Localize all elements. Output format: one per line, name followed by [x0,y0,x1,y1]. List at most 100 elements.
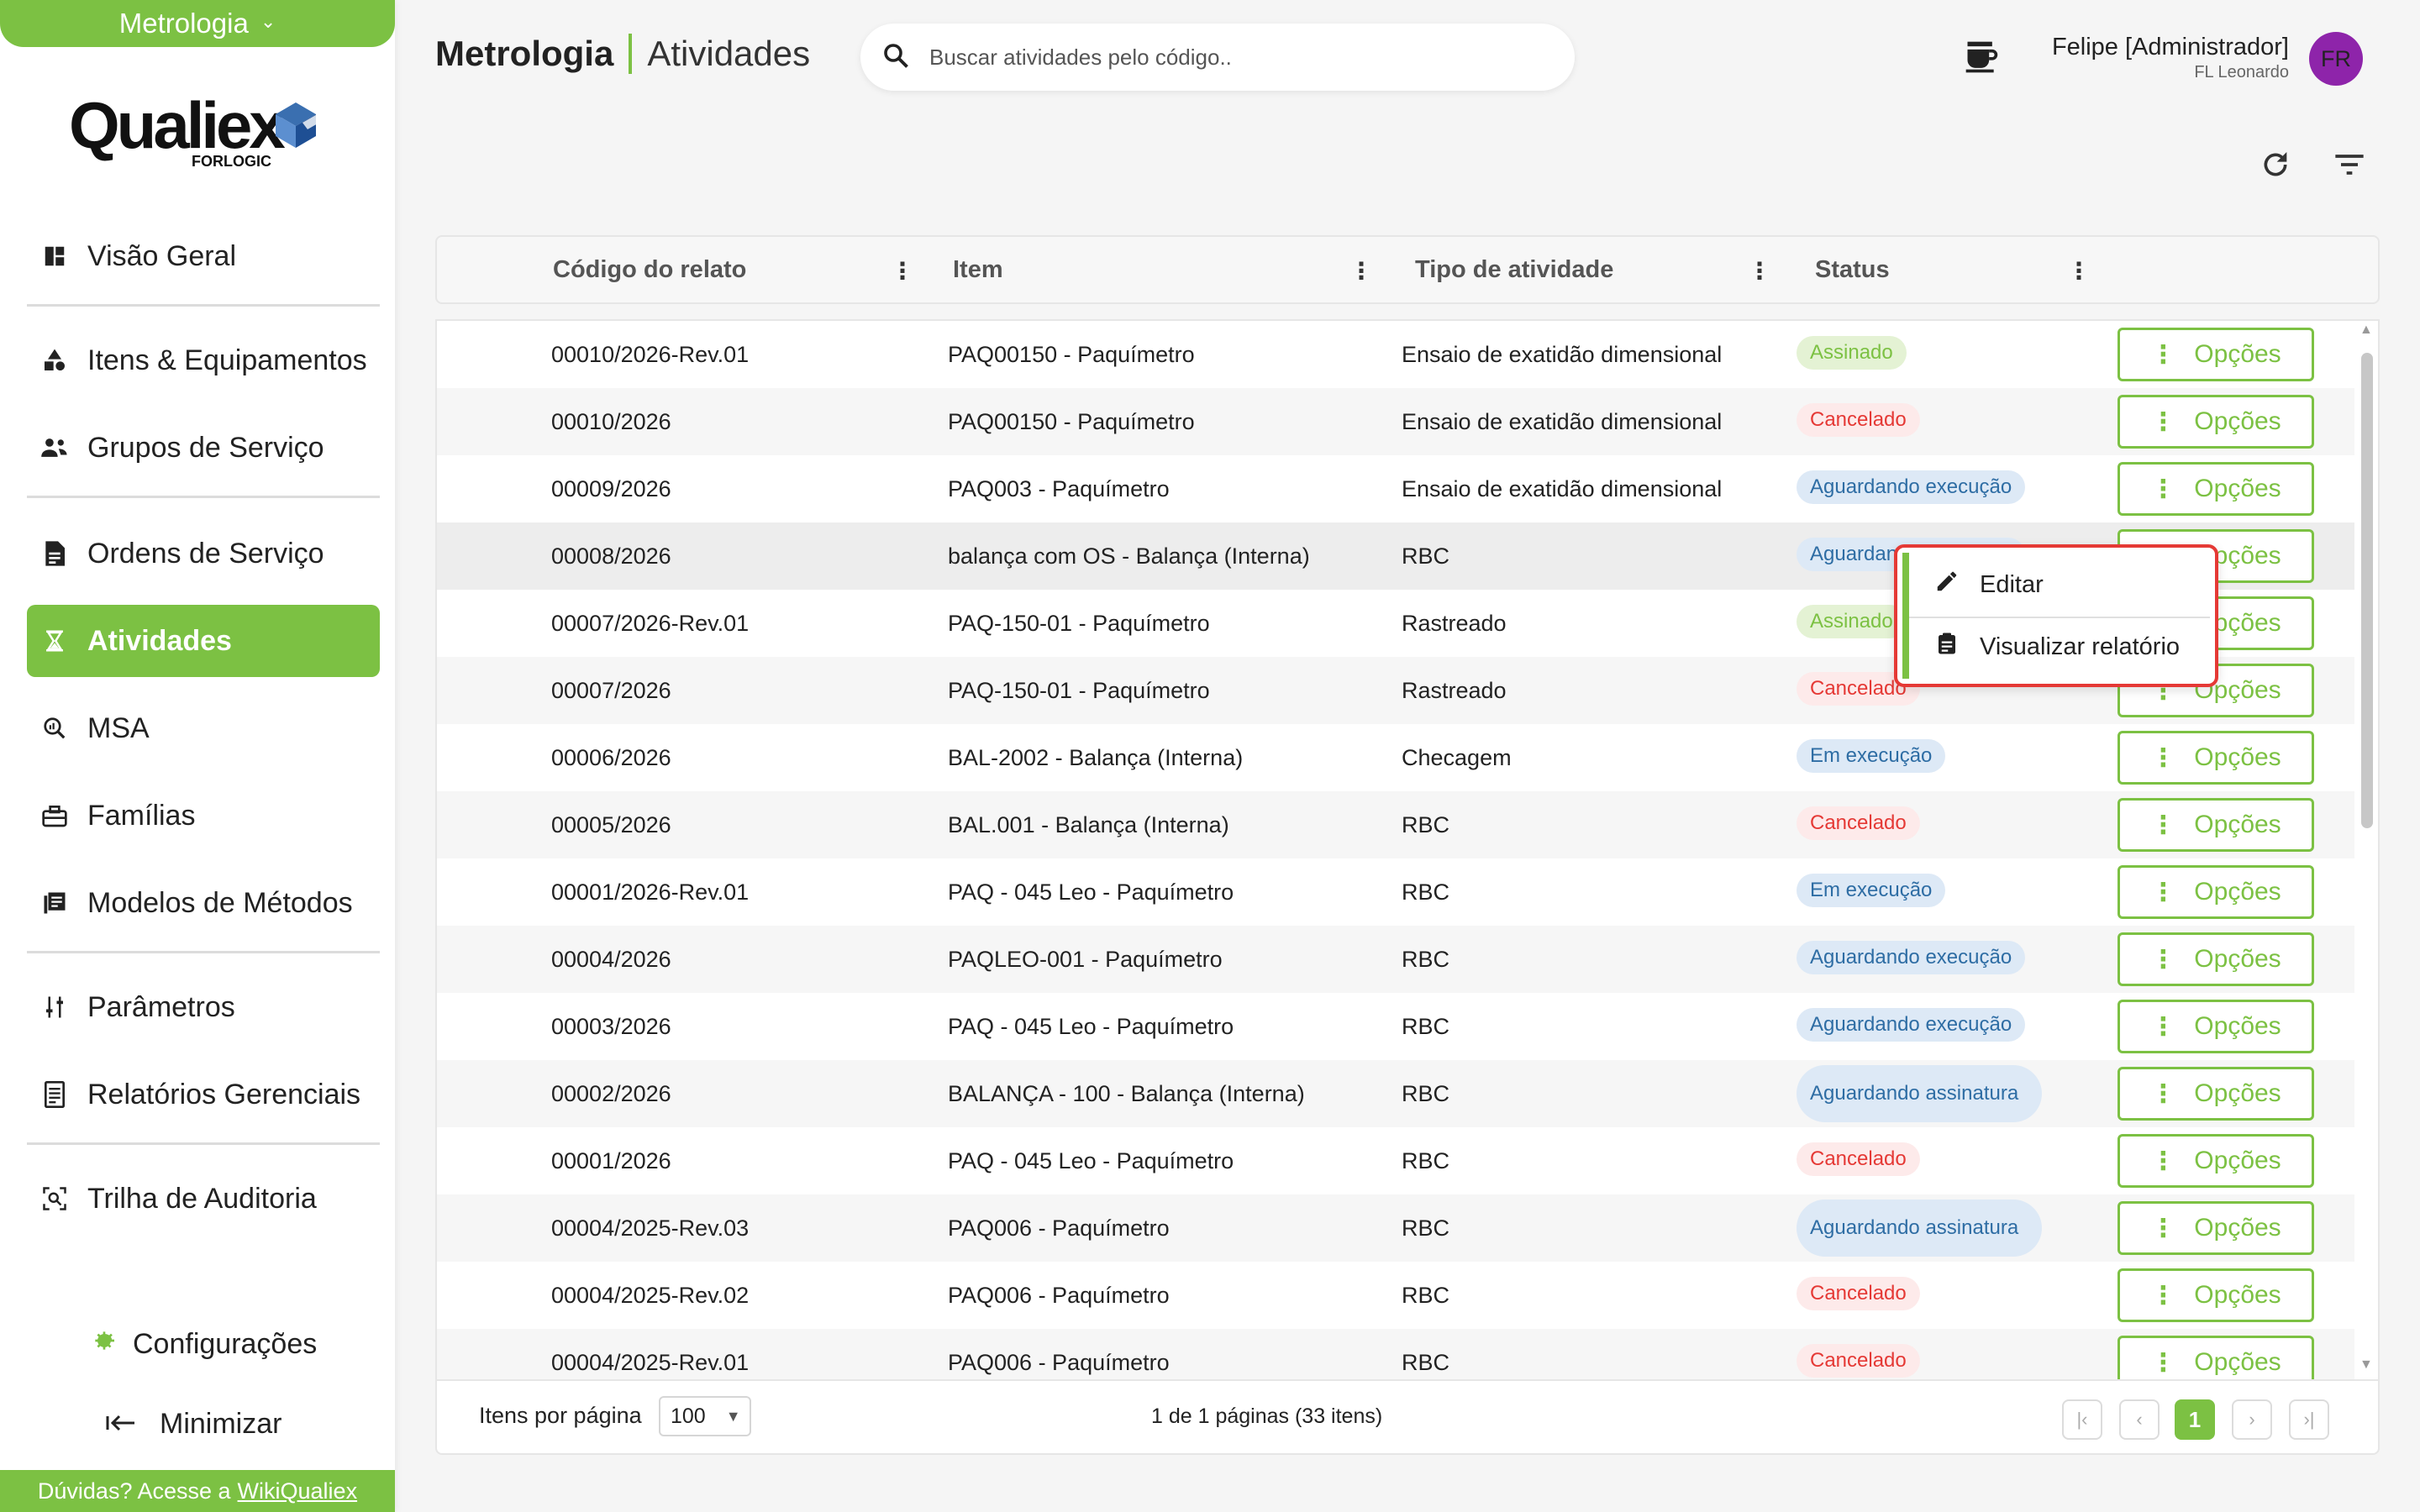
sidebar-item-parametros[interactable]: Parâmetros [27,971,380,1043]
sidebar-item-familias[interactable]: Famílias [27,780,380,852]
options-button[interactable]: ⋮ Opções [2118,731,2314,785]
sidebar-item-atividades[interactable]: Atividades [27,605,380,677]
kebab-icon: ⋮ [2150,743,2176,772]
options-button[interactable]: ⋮ Opções [2118,1000,2314,1053]
user-info[interactable]: Felipe [Administrador] FL Leonardo [2052,34,2289,82]
previous-page-icon[interactable]: ‹ [2119,1399,2160,1440]
title-page: Atividades [647,34,811,73]
table-row[interactable]: 00006/2026 BAL-2002 - Balança (Interna) Ch… [437,724,2354,791]
table-row[interactable]: 00004/2025-Rev.02 PAQ006 - Paquímetro RBC C… [437,1262,2354,1329]
cell-code: 00008/2026 [551,543,671,569]
first-page-icon[interactable]: |‹ [2062,1399,2102,1440]
cell-item: PAQ-150-01 - Paquímetro [948,610,1210,636]
module-selector[interactable]: Metrologia ⌄ [0,0,395,47]
sidebar-item-msa[interactable]: MSA [27,692,380,764]
kebab-icon: ⋮ [2150,475,2176,503]
scrollbar-thumb[interactable] [2361,353,2373,828]
cell-item: PAQ006 - Paquímetro [948,1215,1170,1241]
sidebar-item-label: Ordens de Serviço [87,537,324,570]
cell-type: RBC [1402,543,1450,569]
nav-divider [27,304,380,307]
kebab-icon: ⋮ [2150,1012,2176,1041]
sidebar-item-modelos-de-metodos[interactable]: Modelos de Métodos [27,867,380,939]
settings-button[interactable]: Configurações [91,1327,317,1362]
chevron-down-icon: ⌄ [260,11,276,32]
menu-item-view-report-label: Visualizar relatório [1980,633,2181,660]
last-page-icon[interactable]: ›| [2289,1399,2329,1440]
table-row[interactable]: 00003/2026 PAQ - 045 Leo - Paquímetro RBC A… [437,993,2354,1060]
scrollbar[interactable]: ▲ ▼ [2358,323,2375,1372]
cell-code: 00004/2025-Rev.02 [551,1282,750,1308]
filter-icon[interactable] [2329,144,2370,185]
options-button[interactable]: ⋮ Opções [2118,865,2314,919]
table-row[interactable]: 00004/2026 PAQLEO-001 - Paquímetro RBC Agua… [437,926,2354,993]
column-menu-icon[interactable]: ⋮ [2067,257,2091,285]
sidebar-item-relatorios-gerenciais[interactable]: Relatórios Gerenciais [27,1058,380,1131]
column-header-status[interactable]: Status [1815,237,1890,302]
refresh-icon[interactable] [2255,144,2296,185]
search-input[interactable] [929,44,1518,71]
options-button[interactable]: ⋮ Opções [2118,1268,2314,1322]
sidebar-item-grupos-de-servico[interactable]: Grupos de Serviço [27,412,380,484]
column-header-item[interactable]: Item [953,237,1003,302]
cell-item: BAL-2002 - Balança (Interna) [948,744,1244,770]
coffee-cup-icon[interactable] [1963,39,2000,80]
table-row[interactable]: 00004/2025-Rev.03 PAQ006 - Paquímetro RBC A… [437,1194,2354,1262]
cell-type: RBC [1402,1080,1450,1106]
options-button[interactable]: ⋮ Opções [2118,1134,2314,1188]
cell-item: PAQ - 045 Leo - Paquímetro [948,1147,1234,1173]
options-button[interactable]: ⋮ Opções [2118,1201,2314,1255]
wiki-link[interactable]: WikiQualiex [238,1478,358,1504]
menu-item-view-report[interactable]: Visualizar relatório [1934,622,2180,672]
cell-item: PAQ00150 - Paquímetro [948,408,1195,434]
cell-type: RBC [1402,1349,1450,1375]
cell-type: Rastreado [1402,610,1507,636]
table-row[interactable]: 00001/2026 PAQ - 045 Leo - Paquímetro RBC C… [437,1127,2354,1194]
cell-code: 00001/2026-Rev.01 [551,879,750,905]
minimize-button[interactable]: Minimizar [106,1408,281,1441]
table-row[interactable]: 00001/2026-Rev.01 PAQ - 045 Leo - Paquíme… [437,858,2354,926]
options-button[interactable]: ⋮ Opções [2118,1336,2314,1379]
dashboard-icon [40,242,69,270]
kebab-icon: ⋮ [2150,1348,2176,1377]
search-analytics-icon [40,714,69,743]
sidebar-item-visao-geral[interactable]: Visão Geral [27,220,380,292]
menu-item-edit[interactable]: Editar [1934,559,2044,610]
table-row[interactable]: 00002/2026 BALANÇA - 100 - Balança (Inter… [437,1060,2354,1127]
cell-code: 00007/2026 [551,677,671,703]
cell-type: RBC [1402,811,1450,837]
hourglass-icon [40,627,69,655]
sidebar-item-trilha-de-auditoria[interactable]: Trilha de Auditoria [27,1163,380,1235]
options-button[interactable]: ⋮ Opções [2118,1067,2314,1121]
column-menu-icon[interactable]: ⋮ [1349,257,1373,285]
options-button[interactable]: ⋮ Opções [2118,932,2314,986]
status-badge: Aguardando execução [1797,941,2026,974]
cell-type: RBC [1402,1013,1450,1039]
options-button[interactable]: ⋮ Opções [2118,395,2314,449]
column-header-code[interactable]: Código do relato [553,237,746,302]
table-row[interactable]: 00009/2026 PAQ003 - Paquímetro Ensaio de e… [437,455,2354,522]
table-row[interactable]: 00004/2025-Rev.01 PAQ006 - Paquímetro RBC C… [437,1329,2354,1379]
items-per-page-select[interactable]: 100 ▼ [659,1396,751,1436]
cell-code: 00004/2025-Rev.03 [551,1215,750,1241]
column-menu-icon[interactable]: ⋮ [891,257,914,285]
table-row[interactable]: 00010/2026-Rev.01 PAQ00150 - Paquímetro En… [437,321,2354,388]
options-button[interactable]: ⋮ Opções [2118,798,2314,852]
scroll-up-icon[interactable]: ▲ [2360,323,2373,338]
column-header-type[interactable]: Tipo de atividade [1415,237,1613,302]
scroll-down-icon[interactable]: ▼ [2360,1357,2373,1373]
cell-type: RBC [1402,1147,1450,1173]
next-page-icon[interactable]: › [2232,1399,2272,1440]
page-button-current[interactable]: 1 [2175,1399,2215,1440]
avatar[interactable]: FR [2309,32,2363,86]
options-button[interactable]: ⋮ Opções [2118,328,2314,381]
dropdown-arrow-icon: ▼ [725,1407,741,1425]
table-row[interactable]: 00005/2026 BAL.001 - Balança (Interna) RBC… [437,791,2354,858]
table-row[interactable]: 00010/2026 PAQ00150 - Paquímetro Ensaio de… [437,388,2354,455]
sidebar-item-label: Modelos de Métodos [87,886,353,919]
column-menu-icon[interactable]: ⋮ [1748,257,1771,285]
sidebar-item-itens-equipamentos[interactable]: Itens & Equipamentos [27,324,380,396]
sidebar-item-ordens-de-servico[interactable]: Ordens de Serviço [27,517,380,590]
options-button[interactable]: ⋮ Opções [2118,462,2314,516]
kebab-icon: ⋮ [2150,407,2176,436]
